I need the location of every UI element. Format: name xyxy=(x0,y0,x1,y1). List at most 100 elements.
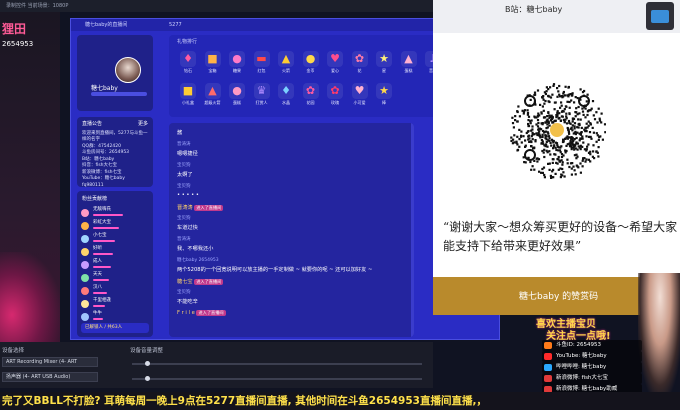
output-volume-slider[interactable] xyxy=(132,378,422,380)
qr-module xyxy=(548,150,551,153)
qr-module xyxy=(558,84,561,88)
gift-item[interactable]: ★ 棒 xyxy=(373,83,395,106)
gift-item[interactable]: ▲ 蛋糕 xyxy=(398,51,420,74)
qr-module xyxy=(541,133,544,136)
qr-module xyxy=(585,100,588,103)
gift-item[interactable]: ▬ 红包 xyxy=(251,51,273,74)
qr-module xyxy=(556,95,559,98)
qr-module xyxy=(581,107,584,110)
gift-item[interactable]: ✿ 花园 xyxy=(300,83,322,106)
qr-module xyxy=(561,115,564,118)
qr-module xyxy=(591,126,594,129)
chat-username: 宝贝狗 xyxy=(177,216,191,221)
fan-avatar xyxy=(81,274,89,282)
qr-module xyxy=(540,171,543,174)
qr-module xyxy=(514,115,517,118)
promo-social-line: 新浪微博: fish大七宝 xyxy=(542,373,642,384)
qr-module xyxy=(552,147,555,150)
output-device-select[interactable]: 扬声器 (4- ART USB Audio) xyxy=(2,372,98,382)
gift-item[interactable]: ▲ 超级火箭 xyxy=(202,83,224,106)
qr-module xyxy=(545,140,548,143)
gift-item[interactable]: ▲ 火箭 xyxy=(275,51,297,74)
fan-name: 汉八 xyxy=(93,285,102,290)
qr-module xyxy=(541,122,544,125)
qr-module xyxy=(590,137,593,140)
gift-label: 火箭 xyxy=(282,68,290,73)
qr-module xyxy=(545,135,548,138)
rank-title: 粉丝贡献榜 xyxy=(82,196,108,202)
qr-module xyxy=(543,102,546,105)
rank-row[interactable]: 好听 xyxy=(81,246,149,258)
qr-module xyxy=(528,137,531,140)
rank-row[interactable]: 千里相逢 xyxy=(81,298,149,310)
qr-module xyxy=(541,96,544,99)
gift-label: 小礼盒 xyxy=(182,100,194,105)
qr-module xyxy=(561,140,565,144)
chat-scrollbar[interactable] xyxy=(411,123,414,337)
qr-module xyxy=(579,137,582,140)
chat-message: 太婀了 xyxy=(177,172,193,178)
input-volume-knob[interactable] xyxy=(144,361,150,366)
qr-module xyxy=(551,161,554,164)
qr-module xyxy=(592,131,595,134)
gift-item[interactable]: ♥ 小可爱 xyxy=(349,83,371,106)
gift-item[interactable]: ■ 宝箱 xyxy=(202,51,224,74)
gift-label: 爱心 xyxy=(331,68,339,73)
qr-module xyxy=(562,171,565,174)
profile-level-bar xyxy=(91,92,147,96)
qr-module xyxy=(522,135,525,138)
rank-row[interactable]: 成人 xyxy=(81,259,149,271)
chat-enter-user: 晋涛涛 xyxy=(177,205,195,211)
gift-item[interactable]: ♛ 打赏人 xyxy=(251,83,273,106)
qr-module xyxy=(574,130,577,133)
gift-item[interactable]: ✿ 花 xyxy=(349,51,371,74)
gift-item[interactable]: ● 糖果 xyxy=(226,51,248,74)
qr-module xyxy=(533,93,536,97)
qr-module xyxy=(585,158,588,161)
rank-row[interactable]: 彩虹大宝 xyxy=(81,220,149,232)
gift-item[interactable]: ♦ 钻石 xyxy=(177,51,199,74)
qr-module xyxy=(551,121,555,124)
rank-row[interactable]: 牛牛 xyxy=(81,311,149,323)
qr-module xyxy=(592,150,595,153)
rank-row[interactable]: 小七宝 xyxy=(81,233,149,245)
qr-module xyxy=(529,120,532,123)
qr-module xyxy=(579,162,582,165)
qr-module xyxy=(562,110,565,113)
qr-module xyxy=(579,88,582,91)
input-device-select[interactable]: ART Recording Mixer (4- ART xyxy=(2,357,98,367)
left-background: 狸田 2654953 xyxy=(0,12,60,342)
gift-item[interactable]: ● 金币 xyxy=(300,51,322,74)
gift-item[interactable]: ✿ 玫瑰 xyxy=(324,83,346,106)
chat-enter-user: F r i l e xyxy=(177,310,197,316)
gift-icon: ✿ xyxy=(327,83,343,99)
chat-username: 宝贝狗 xyxy=(177,290,191,295)
rank-row[interactable]: 天天 xyxy=(81,272,149,284)
output-volume-knob[interactable] xyxy=(144,376,150,381)
qr-module xyxy=(524,161,527,164)
qr-module xyxy=(546,145,549,148)
rank-row[interactable]: 汉八 xyxy=(81,285,149,297)
qr-module xyxy=(581,165,584,168)
gift-item[interactable]: ♥ 爱心 xyxy=(324,51,346,74)
gift-item[interactable]: ★ 星 xyxy=(373,51,395,74)
qr-module xyxy=(593,118,597,121)
qr-module xyxy=(555,148,558,152)
qr-module xyxy=(563,108,566,111)
gift-item[interactable]: ■ 小礼盒 xyxy=(177,83,199,106)
rank-footer[interactable]: 已解锁人 / 共63人 xyxy=(81,323,149,333)
qr-module xyxy=(512,138,515,141)
gift-item[interactable]: ♦ 水晶 xyxy=(275,83,297,106)
announcement-more-link[interactable]: 更多 xyxy=(138,121,148,128)
rank-row[interactable]: 无敌嗨氏 xyxy=(81,207,149,219)
avatar[interactable] xyxy=(115,57,141,83)
donation-footer-text: 糖七baby 的赞赏码 xyxy=(519,292,599,302)
input-volume-slider[interactable] xyxy=(132,363,422,365)
qr-module xyxy=(518,115,521,118)
qr-module xyxy=(548,95,551,98)
qr-module xyxy=(518,128,521,131)
qr-module xyxy=(547,111,550,114)
qr-module xyxy=(573,122,577,125)
gift-item[interactable]: ● 蛋糕 xyxy=(226,83,248,106)
qr-module xyxy=(533,168,536,171)
